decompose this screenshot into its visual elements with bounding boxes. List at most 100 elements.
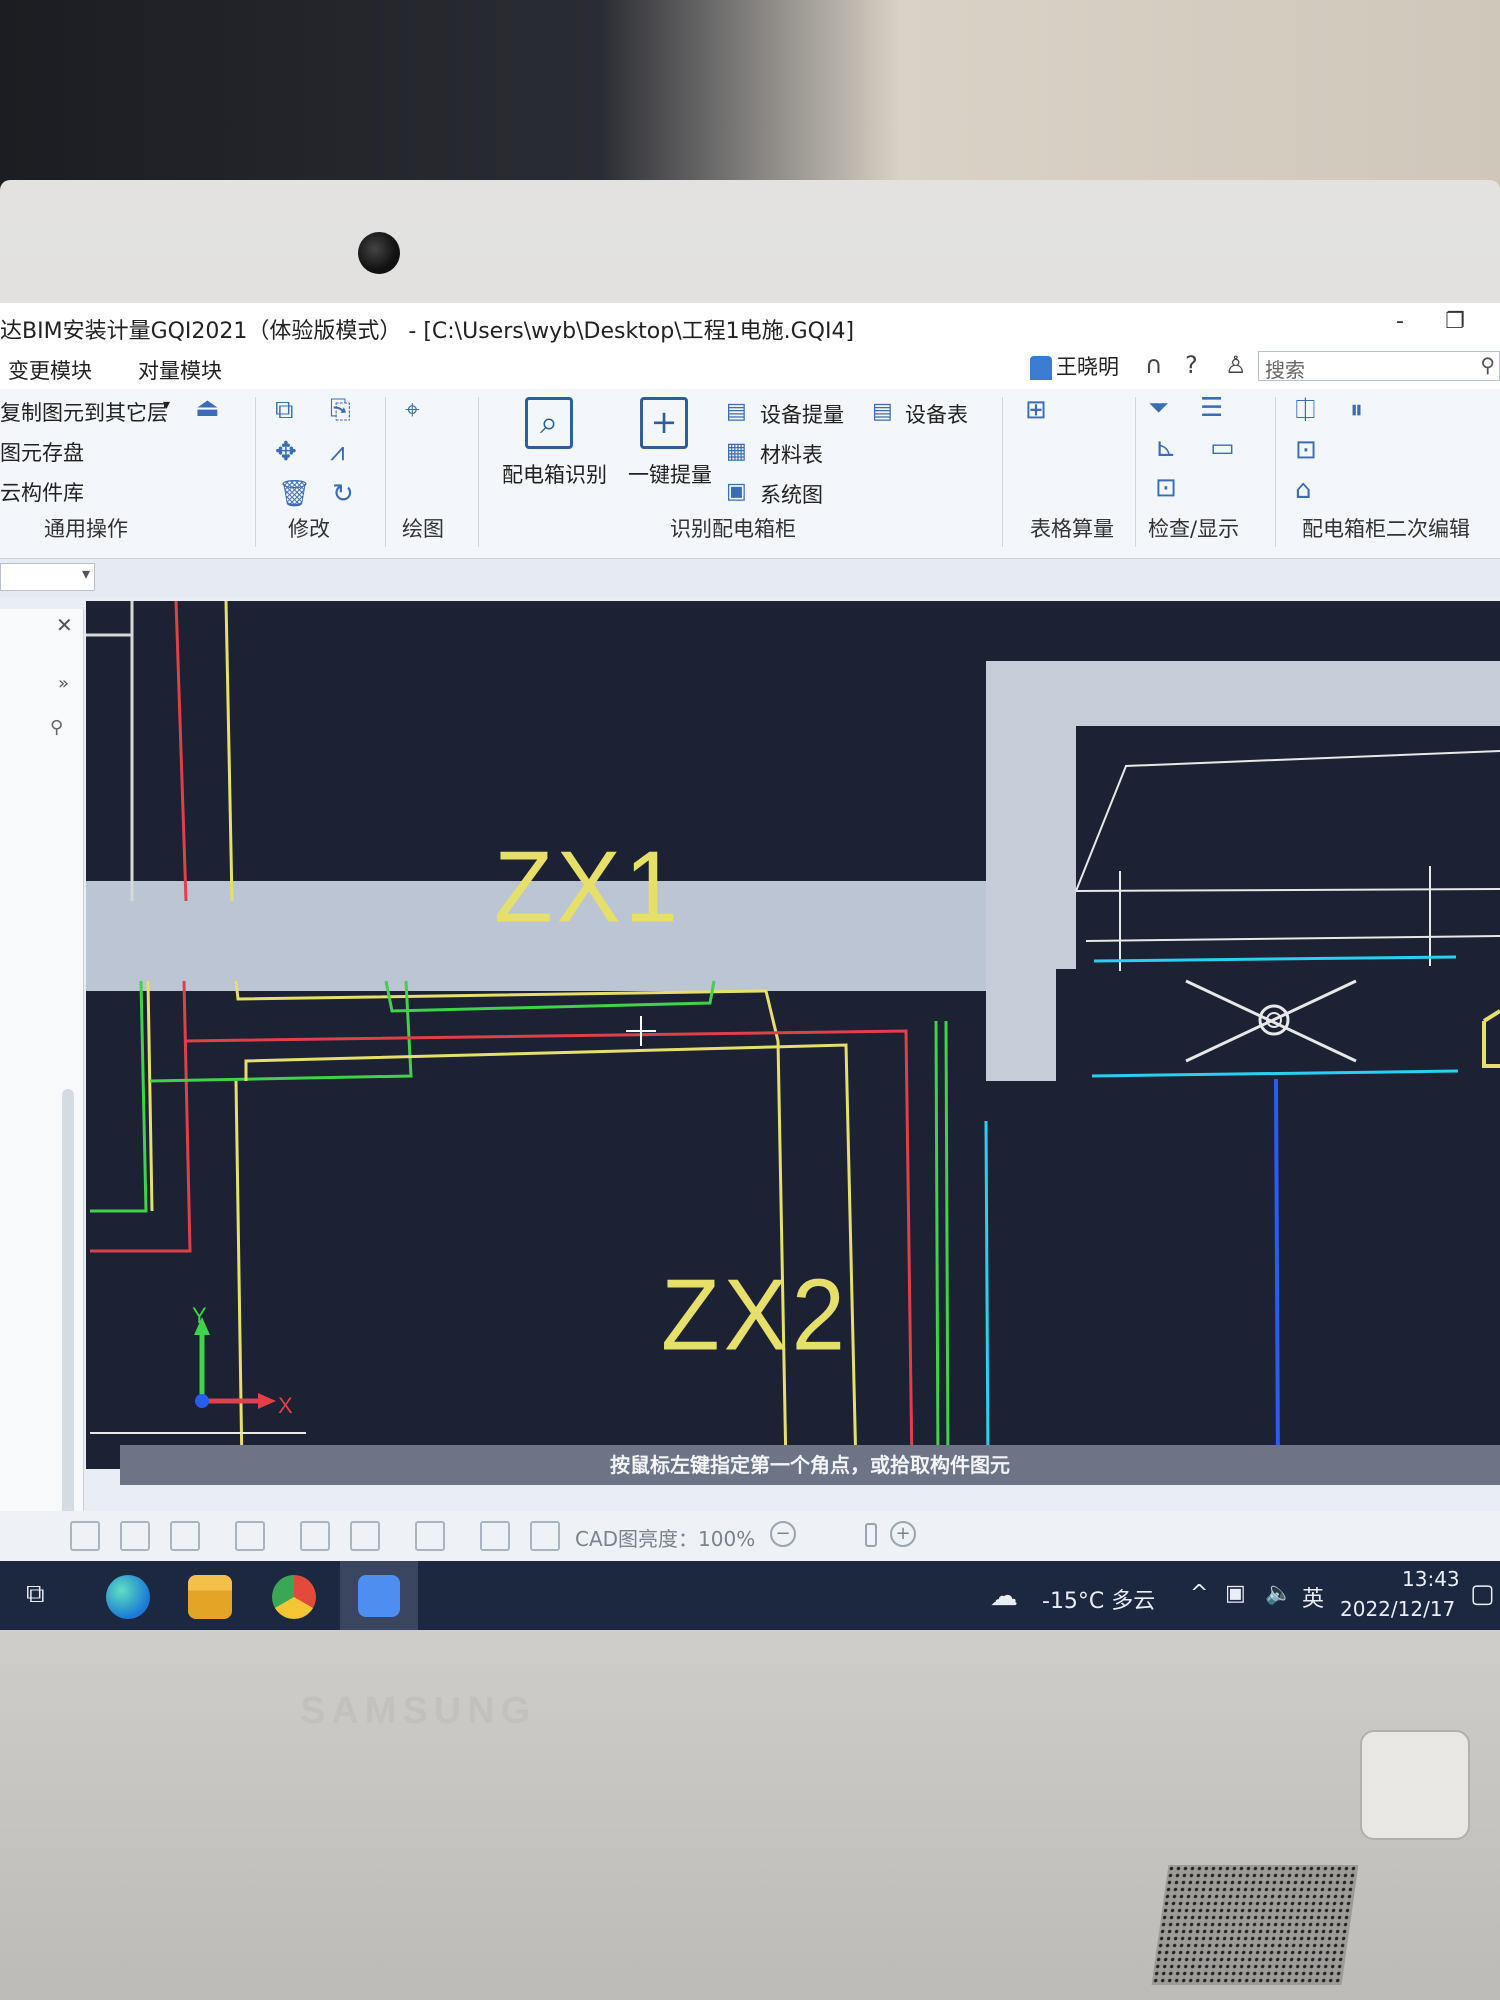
- ortho-toggle-icon[interactable]: [120, 1521, 150, 1551]
- tray-expand-icon[interactable]: ^: [1190, 1581, 1208, 1606]
- menu-bar: 变更模块 对量模块 王晓明 ∩ ? ♙ 搜索 ⚲: [0, 347, 1500, 389]
- equipment-quantity-icon[interactable]: ▤: [726, 399, 747, 424]
- element-save-button[interactable]: 图元存盘: [0, 437, 84, 467]
- y-axis-label: Y: [192, 1303, 207, 1328]
- task-view-icon[interactable]: ⧉: [26, 1579, 45, 1610]
- search-icon[interactable]: ⚲: [1480, 353, 1495, 377]
- edit-group-label[interactable]: 配电箱柜二次编辑: [1302, 513, 1470, 543]
- cad-line: [90, 980, 148, 1213]
- cad-line: [934, 1020, 940, 1469]
- inspect-icon[interactable]: ⊡: [1155, 473, 1177, 503]
- filter-icon[interactable]: ⏷: [1148, 393, 1169, 424]
- general-group-label[interactable]: 通用操作: [44, 513, 128, 543]
- shirt-icon[interactable]: ♙: [1225, 351, 1247, 379]
- ruler-icon[interactable]: ▭: [1210, 433, 1235, 463]
- dimension-toggle-icon[interactable]: [415, 1521, 445, 1551]
- volume-icon[interactable]: 🔈: [1265, 1581, 1292, 1606]
- chevron-down-icon[interactable]: ▾: [163, 397, 170, 413]
- copy-icon[interactable]: ⧉: [275, 395, 294, 426]
- webcam-icon: [358, 232, 400, 274]
- brand-logo: SAMSUNG: [300, 1690, 537, 1732]
- cad-line: [183, 1029, 914, 1469]
- brightness-decrease-button[interactable]: −: [770, 1521, 796, 1547]
- chrome-browser-icon[interactable]: [272, 1575, 316, 1619]
- material-table-button[interactable]: 材料表: [760, 439, 823, 469]
- equipment-table-icon[interactable]: ▤: [872, 399, 893, 424]
- ribbon: 复制图元到其它层 ▾ ⏏ 图元存盘 云构件库 通用操作 ⧉ ⎘ ✥ ⩘ 🗑 ↻ …: [0, 389, 1500, 559]
- equipment-table-button[interactable]: 设备表: [905, 399, 968, 429]
- layer-dropdown[interactable]: ▾: [0, 563, 95, 591]
- export-icon[interactable]: ⏏: [195, 393, 220, 423]
- speaker-grille: [1151, 1865, 1359, 1985]
- one-click-quantity-icon[interactable]: +: [640, 397, 688, 449]
- equipment-quantity-button[interactable]: 设备提量: [760, 399, 844, 429]
- clock-date[interactable]: 2022/12/17: [1340, 1597, 1455, 1621]
- cad-line: [1274, 1078, 1280, 1469]
- ime-indicator[interactable]: 英: [1302, 1581, 1324, 1613]
- hinge: [1360, 1730, 1470, 1840]
- user-name: 王晓明: [1056, 355, 1119, 379]
- close-icon[interactable]: ✕: [56, 613, 73, 637]
- check-group-label[interactable]: 检查/显示: [1148, 513, 1239, 543]
- help-icon[interactable]: ?: [1185, 351, 1198, 379]
- move-icon[interactable]: ✥: [275, 437, 297, 467]
- minimize-button[interactable]: -: [1380, 309, 1420, 339]
- snap-toggle-icon[interactable]: [170, 1521, 200, 1551]
- mirror-icon[interactable]: ⩘: [330, 437, 345, 468]
- system-diagram-icon[interactable]: ▣: [726, 479, 747, 504]
- modify-group-label[interactable]: 修改: [288, 513, 330, 543]
- draw-group-label[interactable]: 绘图: [402, 513, 444, 543]
- brightness-increase-button[interactable]: +: [890, 1521, 916, 1547]
- expand-icon[interactable]: »: [58, 673, 69, 694]
- title-bar: 达BIM安装计量GQI2021（体验版模式） - [C:\Users\wyb\D…: [0, 303, 1500, 347]
- table-group-label[interactable]: 表格算量: [1030, 513, 1114, 543]
- material-table-icon[interactable]: ▦: [726, 439, 747, 464]
- cad-line: [984, 1120, 990, 1469]
- stretch-icon[interactable]: ⎘: [330, 395, 351, 426]
- brightness-slider[interactable]: [865, 1523, 877, 1547]
- distribution-box-recognize-button[interactable]: 配电箱识别: [502, 459, 607, 489]
- cad-line: [244, 1043, 858, 1469]
- menu-item-change-module[interactable]: 变更模块: [8, 355, 92, 385]
- weather-text[interactable]: -15°C 多云: [1042, 1583, 1155, 1615]
- curve-toggle-icon[interactable]: [530, 1521, 560, 1551]
- clock-time[interactable]: 13:43: [1402, 1567, 1460, 1591]
- recognize-group-label[interactable]: 识别配电箱柜: [670, 513, 796, 543]
- user-account[interactable]: 王晓明: [1030, 351, 1119, 381]
- search-icon[interactable]: ⚲: [50, 717, 63, 738]
- 3d-view-icon[interactable]: [235, 1521, 265, 1551]
- menu-item-compare-module[interactable]: 对量模块: [138, 355, 222, 385]
- edge-browser-icon[interactable]: [106, 1575, 150, 1619]
- gqi-app-taskbar-item[interactable]: [340, 1561, 418, 1633]
- brush-icon[interactable]: ⌂: [1295, 475, 1312, 505]
- split-icon[interactable]: ⎅: [1295, 395, 1316, 426]
- notification-icon[interactable]: ▢: [1470, 1579, 1495, 1609]
- search-input[interactable]: 搜索 ⚲: [1258, 351, 1500, 382]
- table-grid-icon[interactable]: ⊞: [1025, 395, 1047, 425]
- one-click-quantity-button[interactable]: 一键提量: [628, 459, 712, 489]
- gqi-app-icon: [358, 1575, 400, 1617]
- file-explorer-icon[interactable]: [188, 1575, 232, 1619]
- check-icon[interactable]: ⊾: [1155, 433, 1177, 463]
- distribution-box-recognize-icon[interactable]: ⌕: [525, 397, 573, 449]
- cloud-library-button[interactable]: 云构件库: [0, 477, 84, 507]
- copy-to-layer-button[interactable]: 复制图元到其它层: [0, 397, 168, 427]
- angle-toggle-icon[interactable]: [350, 1521, 380, 1551]
- align-icon[interactable]: ⏸: [1350, 395, 1363, 426]
- headset-icon[interactable]: ∩: [1145, 351, 1163, 379]
- cad-canvas[interactable]: Y X ZX1 ZX2: [86, 601, 1500, 1469]
- restore-button[interactable]: ❐: [1435, 309, 1475, 339]
- delete-icon[interactable]: 🗑: [278, 479, 311, 509]
- axis-origin: [195, 1394, 209, 1408]
- point-icon[interactable]: ⌖: [405, 395, 420, 426]
- layer-list-icon[interactable]: ☰: [1200, 393, 1223, 423]
- cad-line: [146, 980, 154, 1212]
- search-placeholder: 搜索: [1265, 358, 1305, 382]
- frame-icon[interactable]: ⊡: [1295, 435, 1317, 465]
- system-diagram-button[interactable]: 系统图: [760, 479, 823, 509]
- grid-toggle-icon[interactable]: [70, 1521, 100, 1551]
- rotate-icon[interactable]: ↻: [332, 479, 354, 509]
- layer-toggle-icon[interactable]: [480, 1521, 510, 1551]
- network-icon[interactable]: ▣: [1225, 1581, 1246, 1606]
- track-toggle-icon[interactable]: [300, 1521, 330, 1551]
